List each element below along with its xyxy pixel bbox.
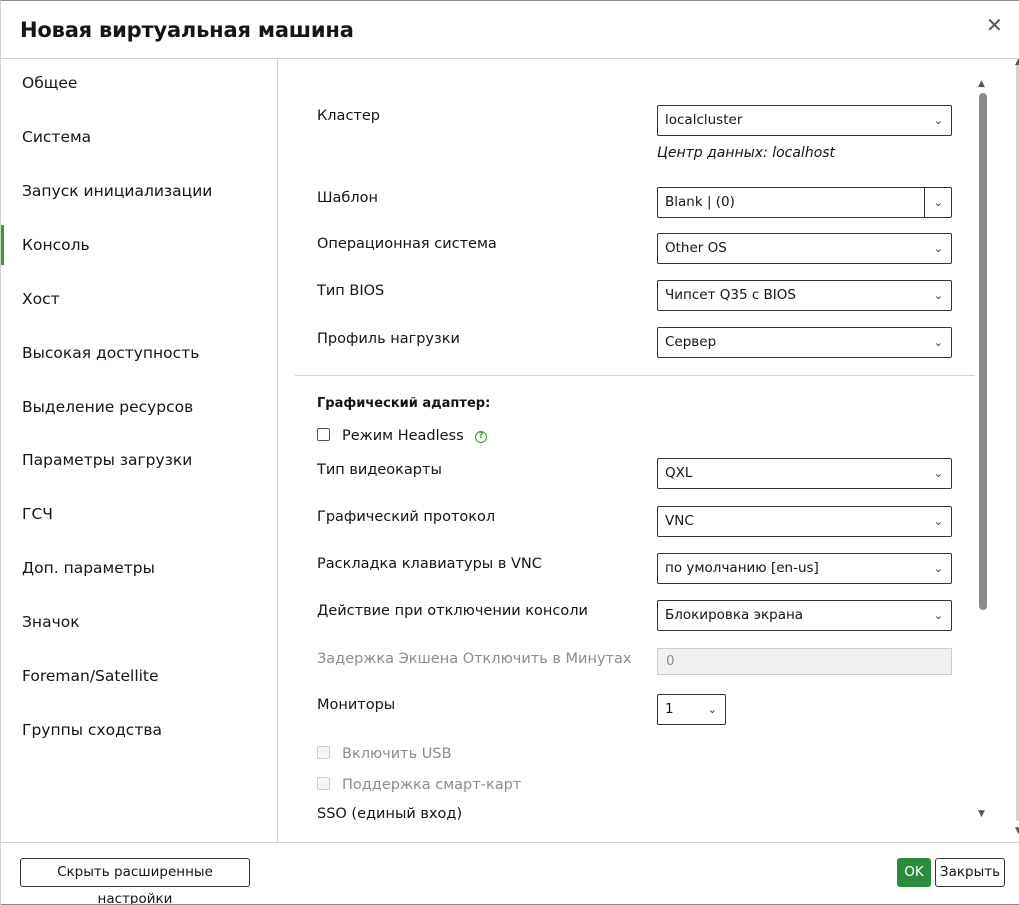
datacenter-note: Центр данных: localhost	[657, 145, 836, 161]
chevron-down-icon: ⌄	[933, 336, 943, 349]
chevron-down-icon: ⌄	[933, 467, 943, 480]
sidebar-item-icon[interactable]: Значок	[1, 602, 277, 642]
cluster-select-value: localcluster	[665, 112, 743, 128]
monitors-select[interactable]: 1 ⌄	[657, 694, 726, 725]
bios-label: Тип BIOS	[317, 283, 385, 299]
sidebar-item-custom-properties[interactable]: Доп. параметры	[1, 548, 277, 588]
bios-select[interactable]: Чипсет Q35 с BIOS ⌄	[657, 280, 952, 311]
dialog-title: Новая виртуальная машина	[20, 18, 354, 42]
ok-button[interactable]: OK	[897, 858, 931, 887]
os-select-value: Other OS	[665, 240, 727, 256]
disconnect-action-value: Блокировка экрана	[665, 607, 804, 623]
section-divider	[295, 375, 975, 376]
graphics-section-title: Графический адаптер:	[317, 396, 491, 411]
sidebar-item-console[interactable]: Консоль	[1, 225, 277, 265]
sidebar-nav: Общее Система Запуск инициализации Консо…	[1, 59, 278, 842]
sso-label: SSO (единый вход)	[317, 806, 463, 822]
new-vm-dialog: Новая виртуальная машина ✕ Общее Система…	[0, 0, 1019, 905]
template-select[interactable]: Blank | (0) ⌄	[657, 187, 952, 218]
hide-advanced-button[interactable]: Скрыть расширенные настройки	[20, 858, 250, 905]
graphics-protocol-value: VNC	[665, 513, 694, 529]
profile-label: Профиль нагрузки	[317, 331, 460, 347]
sidebar-item-resource-allocation[interactable]: Выделение ресурсов	[1, 387, 277, 427]
os-select[interactable]: Other OS ⌄	[657, 233, 952, 264]
inner-scrollbar-thumb[interactable]	[979, 93, 987, 610]
vnc-keyboard-value: по умолчанию [en-us]	[665, 560, 819, 576]
dialog-footer: Скрыть расширенные настройки OK Закрыть	[1, 842, 1019, 905]
smartcard-checkbox	[317, 777, 330, 790]
sidebar-item-boot-options[interactable]: Параметры загрузки	[1, 440, 277, 480]
profile-select[interactable]: Сервер ⌄	[657, 327, 952, 358]
sidebar-item-foreman-satellite[interactable]: Foreman/Satellite	[1, 656, 277, 696]
chevron-down-icon: ⌄	[707, 703, 717, 716]
monitors-value: 1	[665, 701, 674, 717]
headless-label[interactable]: Режим Headless	[342, 428, 464, 444]
cluster-label: Кластер	[317, 108, 380, 124]
chevron-down-icon: ⌄	[933, 562, 943, 575]
scroll-up-arrow-icon[interactable]: ▲	[978, 79, 985, 89]
sidebar-item-initial-run[interactable]: Запуск инициализации	[1, 171, 277, 211]
chevron-down-icon: ⌄	[933, 609, 943, 622]
sidebar-item-affinity-groups[interactable]: Группы сходства	[1, 710, 277, 750]
split-divider	[924, 188, 925, 217]
monitors-label: Мониторы	[317, 697, 396, 713]
chevron-down-icon[interactable]: ⌄	[934, 188, 943, 217]
chevron-down-icon: ⌄	[933, 242, 943, 255]
os-label: Операционная система	[317, 236, 497, 252]
sidebar-item-system[interactable]: Система	[1, 117, 277, 157]
sidebar-item-rng[interactable]: ГСЧ	[1, 494, 277, 534]
sidebar-item-general[interactable]: Общее	[1, 63, 277, 103]
template-label: Шаблон	[317, 190, 378, 206]
video-type-value: QXL	[665, 465, 693, 481]
profile-select-value: Сервер	[665, 334, 717, 350]
close-icon[interactable]: ✕	[986, 13, 1003, 37]
vnc-keyboard-select[interactable]: по умолчанию [en-us] ⌄	[657, 553, 952, 584]
dialog-header: Новая виртуальная машина ✕	[1, 1, 1019, 59]
usb-checkbox	[317, 746, 330, 759]
help-icon[interactable]: ?	[475, 431, 487, 443]
chevron-down-icon: ⌄	[933, 289, 943, 302]
smartcard-label: Поддержка смарт-карт	[342, 777, 522, 793]
close-button[interactable]: Закрыть	[935, 858, 1005, 887]
disconnect-action-select[interactable]: Блокировка экрана ⌄	[657, 600, 952, 631]
cluster-select[interactable]: localcluster ⌄	[657, 105, 952, 136]
disconnect-delay-input: 0	[657, 648, 952, 675]
chevron-down-icon: ⌄	[933, 515, 943, 528]
bios-select-value: Чипсет Q35 с BIOS	[665, 287, 796, 303]
video-type-label: Тип видеокарты	[317, 462, 442, 478]
console-settings-panel[interactable]: Кластер localcluster ⌄ Центр данных: loc…	[279, 59, 1019, 842]
outer-scroll-down-arrow-icon[interactable]: ▼	[1015, 826, 1019, 836]
disconnect-delay-label: Задержка Экшена Отключить в Минутах	[317, 651, 632, 667]
headless-checkbox[interactable]	[317, 428, 330, 441]
video-type-select[interactable]: QXL ⌄	[657, 458, 952, 489]
chevron-down-icon: ⌄	[933, 114, 943, 127]
scroll-down-arrow-icon[interactable]: ▼	[978, 809, 985, 819]
graphics-protocol-label: Графический протокол	[317, 509, 496, 525]
template-select-value: Blank | (0)	[665, 194, 735, 210]
graphics-protocol-select[interactable]: VNC ⌄	[657, 506, 952, 537]
sidebar-item-host[interactable]: Хост	[1, 279, 277, 319]
sidebar-item-high-availability[interactable]: Высокая доступность	[1, 333, 277, 373]
usb-label: Включить USB	[342, 746, 452, 762]
vnc-keyboard-label: Раскладка клавиатуры в VNC	[317, 556, 542, 572]
disconnect-action-label: Действие при отключении консоли	[317, 603, 588, 619]
